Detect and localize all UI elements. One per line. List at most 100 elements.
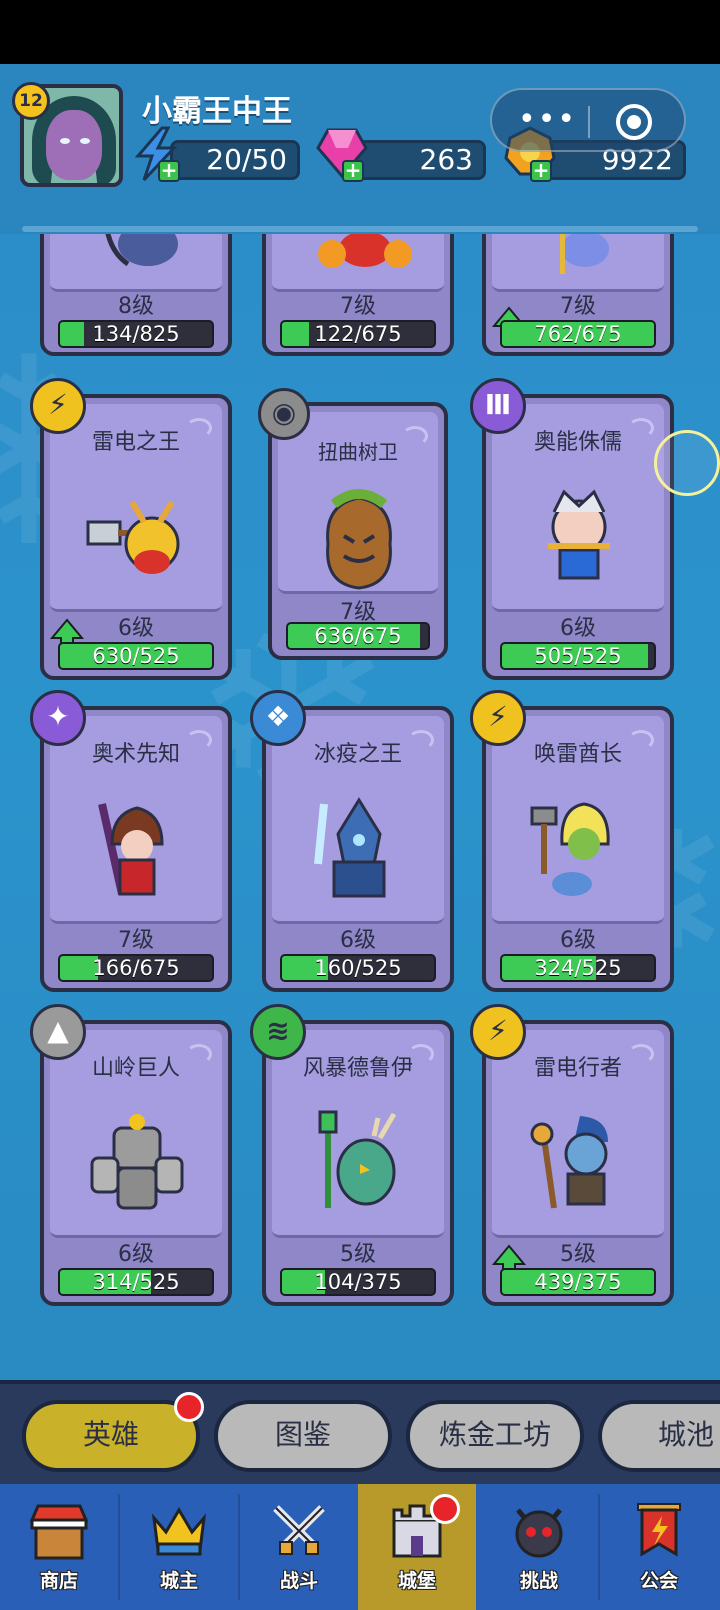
progress-bar: 636/675 bbox=[286, 622, 430, 650]
progress-bar: 104/375 bbox=[280, 1268, 436, 1296]
player-name: 小霸王中王 bbox=[142, 94, 292, 129]
tab-label: 炼金工坊 bbox=[438, 1418, 551, 1451]
progress-bar: 122/675 bbox=[280, 320, 436, 348]
avatar-eye bbox=[80, 138, 90, 144]
capsule-divider bbox=[588, 106, 590, 138]
tab-city[interactable]: 城池 bbox=[598, 1400, 720, 1472]
progress-text: 505/525 bbox=[534, 644, 622, 668]
lightning-icon: ⚡ bbox=[30, 378, 86, 434]
hero-card[interactable]: 7级 122/675 bbox=[262, 234, 454, 356]
crown-icon bbox=[151, 1507, 207, 1556]
hero-card[interactable]: 奥术先知 7级 166/675 bbox=[40, 706, 232, 992]
nav-label: 城堡 bbox=[397, 1570, 436, 1592]
hero-level: 7级 bbox=[560, 294, 596, 319]
progress-text: 630/525 bbox=[92, 644, 180, 668]
hero-level: 6级 bbox=[340, 928, 376, 953]
hero-portrait bbox=[548, 489, 610, 580]
progress-bar: 134/825 bbox=[58, 320, 214, 348]
nav-guild[interactable]: 公会 bbox=[600, 1484, 718, 1610]
lightning-icon: ⚡ bbox=[470, 690, 526, 746]
hero-card[interactable]: 7级 762/675 bbox=[482, 234, 674, 356]
hero-portrait bbox=[314, 797, 386, 898]
nav-label: 战斗 bbox=[279, 1570, 318, 1592]
hero-portrait bbox=[318, 1110, 397, 1208]
hero-level: 7级 bbox=[118, 928, 154, 953]
progress-text: 762/675 bbox=[534, 322, 622, 346]
progress-text: 166/675 bbox=[92, 956, 180, 980]
swords-icon bbox=[273, 1505, 325, 1555]
notification-dot bbox=[174, 1392, 204, 1422]
nav-shop[interactable]: 商店 bbox=[0, 1484, 118, 1610]
hero-card[interactable]: 8级 134/825 bbox=[40, 234, 232, 356]
arcane-icon: ✦ bbox=[30, 690, 86, 746]
miniprogram-capsule[interactable]: ••• bbox=[490, 88, 686, 152]
close-target-icon[interactable] bbox=[616, 104, 652, 140]
sub-tab-bar: 英雄 图鉴 炼金工坊 城池 bbox=[0, 1380, 720, 1484]
progress-bar: 166/675 bbox=[58, 954, 214, 982]
status-bar bbox=[0, 0, 720, 64]
hero-portrait bbox=[105, 234, 178, 267]
hero-portrait bbox=[318, 234, 412, 268]
progress-bar: 630/525 bbox=[58, 642, 214, 670]
gem-counter: 263 bbox=[354, 140, 486, 180]
progress-text: 439/375 bbox=[534, 1270, 622, 1294]
hero-card[interactable]: 雷电行者 5级 439/375 bbox=[482, 1020, 674, 1306]
nav-challenge[interactable]: 挑战 bbox=[480, 1484, 598, 1610]
nav-battle[interactable]: 战斗 bbox=[240, 1484, 358, 1610]
hero-card[interactable]: 唤雷酋长 6级 324/525 bbox=[482, 706, 674, 992]
progress-bar: 160/525 bbox=[280, 954, 436, 982]
guild-banner-icon bbox=[637, 1503, 681, 1557]
avatar-face bbox=[46, 110, 102, 180]
wind-icon: ≋ bbox=[250, 1004, 306, 1060]
ice-icon: ❖ bbox=[250, 690, 306, 746]
tab-alchemy-workshop[interactable]: 炼金工坊 bbox=[406, 1400, 584, 1472]
notification-dot bbox=[430, 1494, 460, 1524]
hero-portrait bbox=[90, 1114, 184, 1210]
hero-portrait bbox=[560, 234, 609, 274]
hero-portrait bbox=[530, 1116, 608, 1209]
progress-bar: 439/375 bbox=[500, 1268, 656, 1296]
tab-label: 城池 bbox=[658, 1418, 715, 1451]
hero-card[interactable]: 山岭巨人 6级 314/525 bbox=[40, 1020, 232, 1306]
floating-assist-button[interactable] bbox=[654, 430, 720, 496]
arcane-icon: Ⅲ bbox=[470, 378, 526, 434]
progress-bar: 505/525 bbox=[500, 642, 656, 670]
hero-portrait bbox=[326, 489, 392, 590]
nav-label: 公会 bbox=[639, 1570, 678, 1592]
hero-name: 扭曲树卫 bbox=[318, 440, 398, 464]
progress-bar: 324/525 bbox=[500, 954, 656, 982]
physical-icon: ◉ bbox=[258, 388, 310, 440]
progress-text: 636/675 bbox=[314, 624, 402, 648]
lightning-icon: ⚡ bbox=[470, 1004, 526, 1060]
hero-grid[interactable]: 8级 134/825 7级 122/675 7级 762/675 雷电之王 6级… bbox=[0, 234, 720, 1334]
energy-add-button[interactable]: + bbox=[158, 160, 180, 182]
demon-icon bbox=[515, 1508, 563, 1558]
progress-text: 314/525 bbox=[92, 1270, 180, 1294]
progress-text: 104/375 bbox=[314, 1270, 402, 1294]
hero-level: 5级 bbox=[560, 1242, 596, 1267]
hero-portrait bbox=[98, 803, 164, 896]
card-art-area bbox=[50, 234, 222, 292]
progress-text: 324/525 bbox=[534, 956, 622, 980]
gold-add-button[interactable]: + bbox=[530, 160, 552, 182]
nav-label: 挑战 bbox=[519, 1570, 558, 1592]
nav-castle[interactable]: 城堡 bbox=[358, 1484, 476, 1610]
hero-card[interactable]: 奥能侏儒 6级 505/525 bbox=[482, 394, 674, 680]
hero-portrait bbox=[530, 802, 610, 896]
hero-level: 6级 bbox=[118, 616, 154, 641]
hero-portrait bbox=[86, 500, 180, 574]
nav-label: 城主 bbox=[159, 1570, 198, 1592]
tab-codex[interactable]: 图鉴 bbox=[214, 1400, 392, 1472]
hero-card[interactable]: 风暴德鲁伊 5级 104/375 bbox=[262, 1020, 454, 1306]
tab-label: 英雄 bbox=[82, 1418, 139, 1451]
hero-card[interactable]: 扭曲树卫 7级 636/675 bbox=[268, 402, 448, 660]
card-art-area bbox=[272, 234, 444, 292]
more-options-icon[interactable]: ••• bbox=[518, 105, 577, 135]
tab-heroes[interactable]: 英雄 bbox=[22, 1392, 204, 1472]
gem-add-button[interactable]: + bbox=[342, 160, 364, 182]
hero-card[interactable]: 雷电之王 6级 630/525 bbox=[40, 394, 232, 680]
top-header: 12 小霸王中王 20/50 + 263 + 9922 + ••• bbox=[0, 64, 720, 234]
nav-lord[interactable]: 城主 bbox=[120, 1484, 238, 1610]
shop-icon bbox=[29, 1504, 89, 1560]
hero-card[interactable]: 冰疫之王 6级 160/525 bbox=[262, 706, 454, 992]
